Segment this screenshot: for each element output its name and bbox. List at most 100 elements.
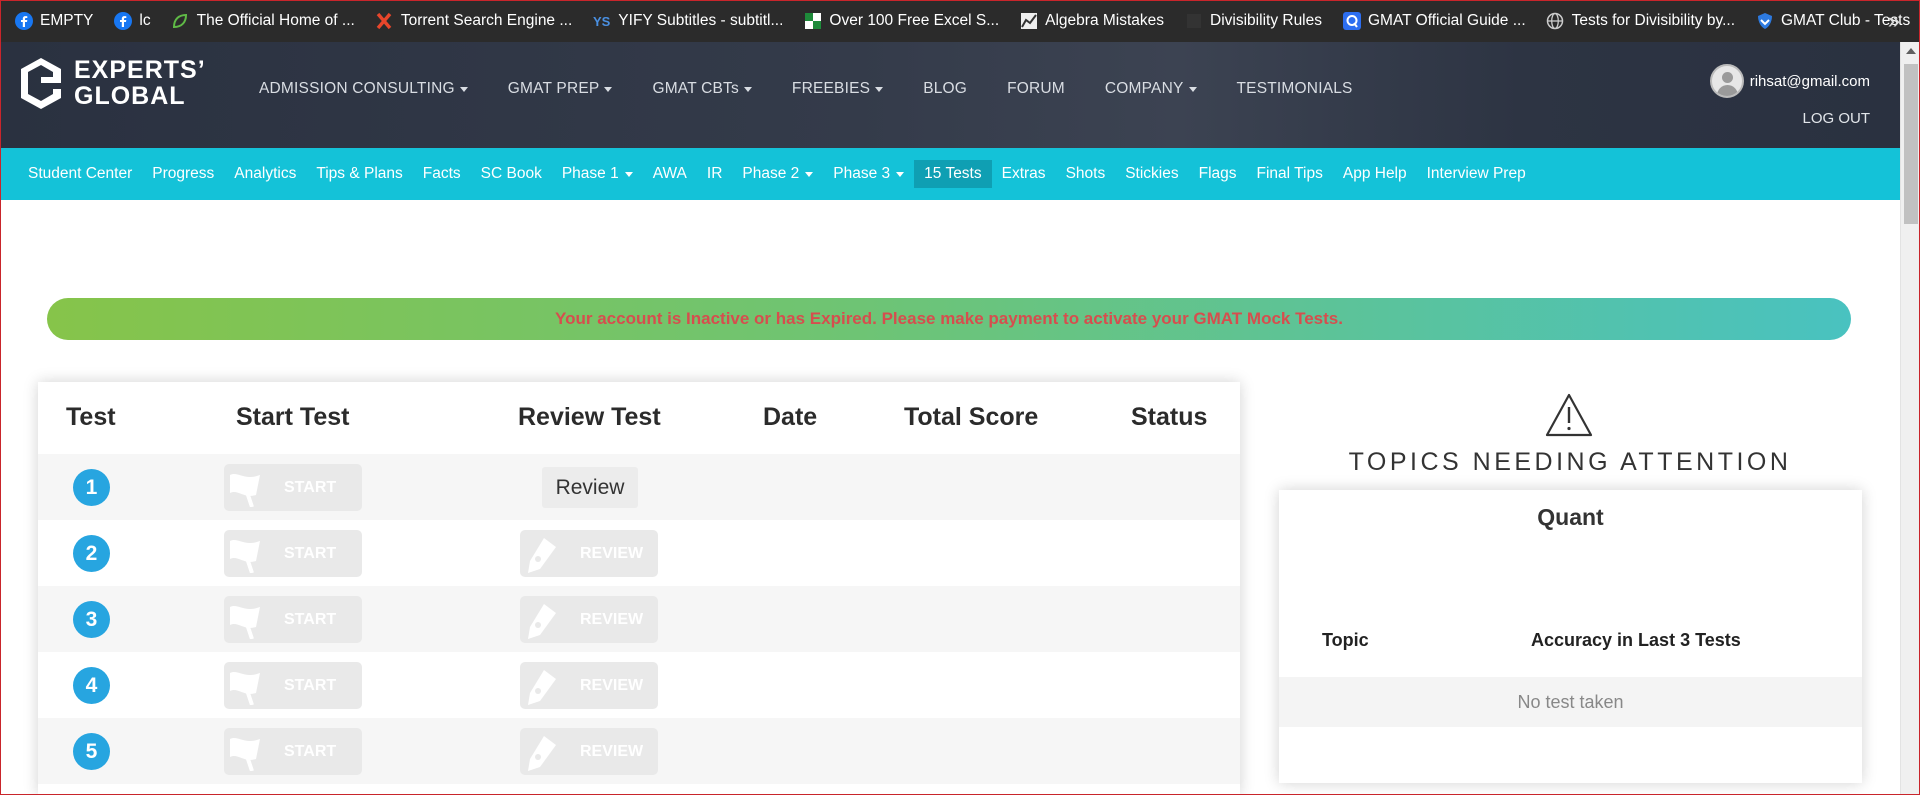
logout-link[interactable]: LOG OUT: [1710, 110, 1870, 127]
col-header-start: Start Test: [236, 403, 350, 431]
subnav-awa[interactable]: AWA: [643, 160, 697, 188]
bookmark-torrent-search[interactable]: Torrent Search Engine ...: [375, 12, 572, 31]
review-label: REVIEW: [580, 544, 644, 562]
site-header: EXPERTS’ GLOBAL ADMISSION CONSULTING GMA…: [0, 42, 1900, 148]
table-row: 1 START Review: [38, 454, 1240, 520]
logo-line-2: GLOBAL: [74, 82, 186, 110]
subnav-sc-book[interactable]: SC Book: [471, 160, 552, 188]
review-test-button[interactable]: REVIEW: [520, 596, 658, 643]
bookmark-empty[interactable]: EMPTY: [14, 12, 93, 31]
subnav-label: Flags: [1198, 165, 1237, 182]
subnav-interview-prep[interactable]: Interview Prep: [1417, 160, 1536, 188]
subnav-analytics[interactable]: Analytics: [224, 160, 306, 188]
caret-down-icon: [459, 86, 468, 92]
more-bookmarks-chevron-icon[interactable]: »: [1888, 8, 1900, 34]
bookmark-divisibility-rules[interactable]: Divisibility Rules: [1184, 12, 1322, 31]
user-email[interactable]: rihsat@gmail.com: [1750, 73, 1870, 90]
subnav-phase-3[interactable]: Phase 3: [823, 160, 914, 188]
bookmark-official-home[interactable]: The Official Home of ...: [171, 12, 355, 31]
start-test-button[interactable]: START: [224, 464, 362, 511]
col-header-test: Test: [66, 403, 116, 431]
empty-state-text: No test taken: [1517, 691, 1624, 712]
flag-icon: [224, 662, 266, 709]
subnav-label: AWA: [652, 165, 687, 182]
subnav-stickies[interactable]: Stickies: [1115, 160, 1188, 188]
page-scrollbar[interactable]: [1900, 42, 1920, 795]
quant-heading: Quant: [1537, 504, 1604, 530]
subnav-phase-2[interactable]: Phase 2: [732, 160, 823, 188]
excel-icon: [803, 12, 822, 31]
nav-gmat-prep[interactable]: GMAT PREP: [508, 80, 613, 98]
subnav-ir[interactable]: IR: [697, 160, 733, 188]
start-label: START: [284, 544, 337, 562]
logo-text: EXPERTS’ GLOBAL: [74, 57, 206, 109]
nav-label: FORUM: [1007, 80, 1065, 97]
subnav-student-center[interactable]: Student Center: [18, 160, 142, 188]
bookmark-algebra-mistakes[interactable]: Algebra Mistakes: [1019, 12, 1164, 31]
bookmark-lc[interactable]: lc: [113, 12, 151, 31]
scroll-up-arrow-icon[interactable]: [1906, 48, 1916, 54]
review-test-button[interactable]: REVIEW: [520, 728, 658, 775]
nav-forum[interactable]: FORUM: [1007, 80, 1065, 98]
review-test-link[interactable]: Review: [542, 467, 638, 508]
bookmark-tests-divisibility[interactable]: Tests for Divisibility by...: [1546, 12, 1735, 31]
subnav-final-tips[interactable]: Final Tips: [1247, 160, 1333, 188]
bookmark-gmat-official-guide[interactable]: GMAT Official Guide ...: [1342, 12, 1526, 31]
test-number-badge: 3: [73, 601, 110, 638]
nav-freebies[interactable]: FREEBIES: [792, 80, 884, 98]
bookmark-label: Algebra Mistakes: [1045, 12, 1165, 29]
sub-nav: Student Center Progress Analytics Tips &…: [0, 148, 1900, 200]
subnav-label: Tips & Plans: [316, 165, 403, 182]
subnav-app-help[interactable]: App Help: [1333, 160, 1417, 188]
avatar[interactable]: [1709, 64, 1744, 98]
start-test-button[interactable]: START: [224, 662, 362, 709]
flag-icon: [224, 464, 266, 511]
subnav-label: IR: [706, 165, 723, 182]
table-row: 3 START REVIEW: [38, 586, 1240, 652]
subnav-label: Extras: [1001, 165, 1046, 182]
review-label: REVIEW: [580, 676, 644, 694]
bookmark-excel[interactable]: Over 100 Free Excel S...: [803, 12, 999, 31]
bookmark-label: Tests for Divisibility by...: [1571, 12, 1735, 29]
subnav-label: SC Book: [480, 165, 542, 182]
col-header-review: Review Test: [518, 403, 661, 431]
chart-icon: [1019, 12, 1038, 31]
nav-admission-consulting[interactable]: ADMISSION CONSULTING: [259, 80, 468, 98]
subnav-shots[interactable]: Shots: [1056, 160, 1116, 188]
leaf-icon: [171, 12, 190, 31]
col-header-score: Total Score: [904, 403, 1039, 431]
subnav-phase-1[interactable]: Phase 1: [552, 160, 643, 188]
subnav-facts[interactable]: Facts: [413, 160, 471, 188]
nav-gmat-cbts[interactable]: GMAT CBTs: [652, 80, 752, 98]
pen-nib-icon: [520, 530, 562, 577]
subnav-extras[interactable]: Extras: [992, 160, 1056, 188]
account-expired-alert: Your account is Inactive or has Expired.…: [47, 298, 1851, 340]
bookmark-yify[interactable]: YS YIFY Subtitles - subtitl...: [592, 12, 784, 31]
subnav-tips-plans[interactable]: Tips & Plans: [306, 160, 412, 188]
main-nav: ADMISSION CONSULTING GMAT PREP GMAT CBTs…: [259, 80, 1393, 98]
nav-testimonials[interactable]: TESTIMONIALS: [1237, 80, 1353, 98]
subnav-label: Student Center: [28, 165, 133, 182]
experts-global-logo-icon: [21, 58, 61, 109]
start-test-button[interactable]: START: [224, 530, 362, 577]
subnav-15-tests[interactable]: 15 Tests: [914, 160, 992, 188]
svg-text:YS: YS: [593, 14, 611, 29]
site-logo[interactable]: EXPERTS’ GLOBAL: [18, 56, 206, 110]
table-row: 5 START REVIEW: [38, 718, 1240, 784]
review-test-button[interactable]: REVIEW: [520, 530, 658, 577]
nav-company[interactable]: COMPANY: [1105, 80, 1197, 98]
x-icon: [375, 12, 394, 31]
review-test-button[interactable]: REVIEW: [520, 662, 658, 709]
subnav-flags[interactable]: Flags: [1189, 160, 1247, 188]
subnav-label: Facts: [422, 165, 461, 182]
start-test-button[interactable]: START: [224, 596, 362, 643]
tests-table: Test Start Test Review Test Date Total S…: [38, 382, 1240, 795]
subnav-label: Analytics: [234, 165, 297, 182]
subnav-label: Final Tips: [1256, 165, 1323, 182]
test-number-badge: 1: [73, 469, 110, 506]
bookmark-label: The Official Home of ...: [196, 12, 355, 29]
start-test-button[interactable]: START: [224, 728, 362, 775]
scrollbar-thumb[interactable]: [1904, 64, 1918, 224]
nav-blog[interactable]: BLOG: [923, 80, 967, 98]
subnav-progress[interactable]: Progress: [142, 160, 224, 188]
